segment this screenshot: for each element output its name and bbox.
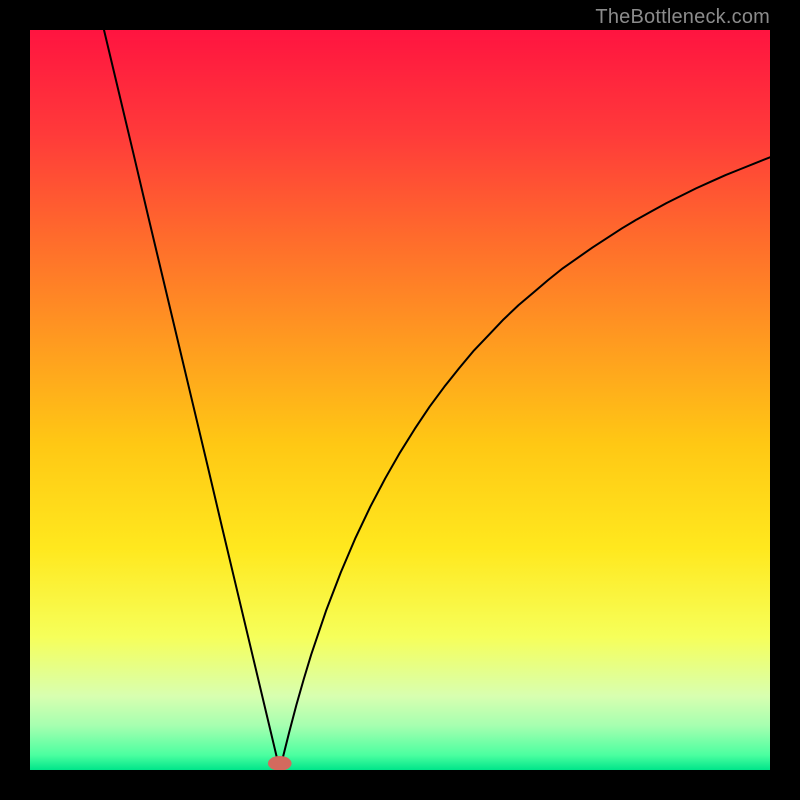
chart-frame: TheBottleneck.com <box>0 0 800 800</box>
attribution-label: TheBottleneck.com <box>595 6 770 29</box>
plot-background <box>30 30 770 770</box>
chart-plot <box>30 30 770 770</box>
